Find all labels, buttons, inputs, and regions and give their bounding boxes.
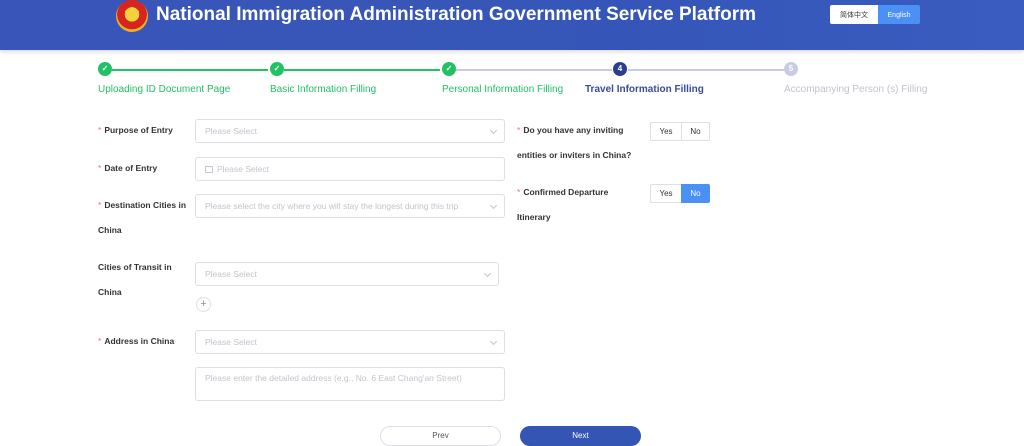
chevron-down-icon [483, 269, 492, 278]
transit-cities-label-line2: China [98, 287, 122, 297]
add-transit-city-button[interactable]: + [196, 297, 211, 312]
inviting-entities-label: * Do you have any inviting [517, 125, 624, 135]
departure-itinerary-label: * Confirmed Departure [517, 187, 609, 197]
chevron-down-icon [489, 337, 498, 346]
destination-cities-label-line2: China [98, 225, 122, 235]
departure-no-option[interactable]: No [681, 184, 710, 203]
step-1-check-icon: ✓ [98, 62, 112, 76]
step-4-label: Travel Information Filling [585, 84, 704, 95]
address-in-china-label: * Address in China [98, 336, 175, 346]
language-chinese-button[interactable]: 简体中文 [830, 5, 878, 24]
inviting-entities-label-line2: entities or inviters in China? [517, 150, 632, 160]
step-connector-4 [628, 69, 784, 71]
step-5-number: 5 [784, 62, 798, 76]
chevron-down-icon [489, 201, 498, 210]
step-connector-2 [284, 69, 440, 71]
step-2-check-icon: ✓ [270, 62, 284, 76]
step-1-label: Uploading ID Document Page [98, 84, 231, 95]
step-4-number: 4 [613, 62, 627, 76]
departure-yes-option[interactable]: Yes [650, 184, 682, 203]
step-connector-3 [456, 69, 612, 71]
required-mark: * [98, 125, 102, 135]
detailed-address-textarea[interactable]: Please enter the detailed address (e.g.,… [195, 367, 505, 401]
next-button[interactable]: Next [520, 426, 641, 446]
purpose-of-entry-label: * Purpose of Entry [98, 125, 173, 135]
site-title: National Immigration Administration Gove… [156, 4, 757, 25]
departure-itinerary-label-line2: Itinerary [517, 212, 551, 222]
step-3-check-icon: ✓ [442, 62, 456, 76]
step-5-label: Accompanying Person (s) Filling [784, 84, 928, 95]
destination-cities-label: * Destination Cities in [98, 200, 187, 210]
inviting-no-option[interactable]: No [681, 122, 710, 141]
required-mark: * [98, 336, 102, 346]
language-english-button[interactable]: English [878, 5, 920, 24]
step-2-label: Basic Information Filling [270, 84, 377, 95]
required-mark: * [517, 187, 521, 197]
purpose-of-entry-select[interactable]: Please Select [195, 119, 505, 143]
step-3-label: Personal Information Filling [442, 84, 564, 95]
address-region-select[interactable]: Please Select [195, 330, 505, 354]
required-mark: * [98, 163, 102, 173]
top-header-bar: National Immigration Administration Gove… [0, 0, 1024, 50]
required-mark: * [98, 200, 102, 210]
chevron-down-icon [489, 126, 498, 135]
calendar-icon [205, 166, 213, 173]
transit-cities-label: Cities of Transit in [98, 262, 172, 272]
date-of-entry-picker[interactable]: Please Select [195, 157, 505, 181]
destination-cities-select[interactable]: Please select the city where you will st… [195, 194, 505, 218]
required-mark: * [517, 125, 521, 135]
transit-cities-select[interactable]: Please Select [195, 262, 499, 286]
date-of-entry-label: * Date of Entry [98, 163, 158, 173]
step-connector-1 [112, 69, 268, 71]
inviting-yes-option[interactable]: Yes [650, 122, 682, 141]
national-emblem-icon [116, 0, 148, 32]
prev-button[interactable]: Prev [380, 426, 501, 446]
